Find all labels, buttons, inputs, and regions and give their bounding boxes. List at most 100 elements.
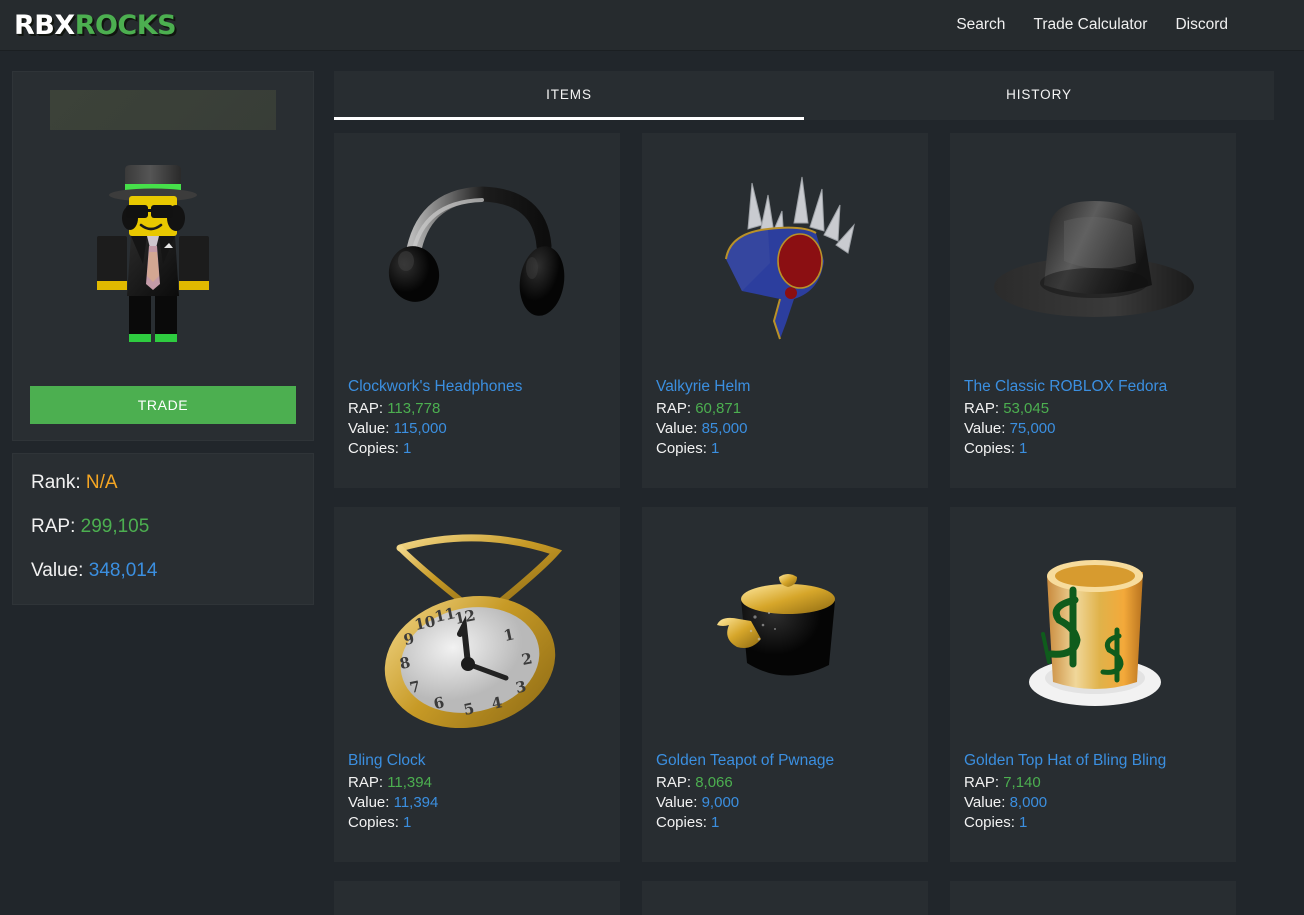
item-card[interactable]: Golden Teapot of Pwnage RAP: 8,066 Value… [642,507,928,862]
item-copies: Copies: 1 [964,439,1222,459]
item-copies: Copies: 1 [964,813,1222,833]
valkyrie-helm-icon [725,176,855,340]
item-copies-value: 1 [403,813,412,831]
main-nav: Search Trade Calculator Discord [942,10,1242,40]
tab-history[interactable]: HISTORY [804,71,1274,120]
item-thumbnail [334,881,620,915]
stat-value: Value: 348,014 [31,560,295,582]
item-rap-label: RAP: [348,774,384,791]
item-value-value: 85,000 [701,419,748,437]
fedora-icon [993,200,1194,317]
logo-text-secondary: ROCKS [74,9,177,41]
nav-discord[interactable]: Discord [1161,10,1242,40]
item-rap: RAP: 7,140 [964,773,1222,793]
item-thumbnail [642,133,928,378]
avatar-image [97,164,209,342]
item-title[interactable]: Valkyrie Helm [656,378,914,396]
item-value-value: 8,000 [1009,793,1048,811]
item-card[interactable] [334,881,620,915]
stat-rap-value: 299,105 [80,516,150,537]
nav-search[interactable]: Search [942,10,1019,40]
item-title[interactable]: Golden Top Hat of Bling Bling [964,752,1222,770]
item-rap-value: 7,140 [1003,774,1041,791]
item-value-value: 75,000 [1009,419,1056,437]
profile-sidebar: TRADE Rank: N/A RAP: 299,105 Value: 348,… [12,71,314,605]
item-value: Value: 75,000 [964,419,1222,439]
item-rap-label: RAP: [656,774,692,791]
item-value: Value: 11,394 [348,793,606,813]
items-grid: Clockwork's Headphones RAP: 113,778 Valu… [334,133,1274,915]
item-value: Value: 85,000 [656,419,914,439]
item-card[interactable] [642,881,928,915]
item-info: The Classic ROBLOX Fedora RAP: 53,045 Va… [950,378,1236,459]
item-copies-value: 1 [711,439,720,457]
item-value-label: Value: [656,793,698,811]
item-title[interactable]: Golden Teapot of Pwnage [656,752,914,770]
item-card[interactable]: Valkyrie Helm RAP: 60,871 Value: 85,000 … [642,133,928,488]
golden-top-hat-icon [1029,559,1161,706]
item-thumbnail [642,881,928,915]
item-value-label: Value: [348,793,390,811]
item-title[interactable]: Bling Clock [348,752,606,770]
item-info: Valkyrie Helm RAP: 60,871 Value: 85,000 … [642,378,928,459]
item-thumbnail [642,507,928,752]
profile-card: TRADE [12,71,314,441]
stat-rank-value: N/A [85,472,118,493]
tab-items[interactable]: ITEMS [334,71,804,120]
trade-button[interactable]: TRADE [30,386,296,424]
item-copies: Copies: 1 [656,813,914,833]
item-value-label: Value: [348,419,390,437]
inventory-tabs: ITEMS HISTORY [334,71,1274,120]
item-copies-value: 1 [1019,813,1028,831]
item-title[interactable]: Clockwork's Headphones [348,378,606,396]
item-value: Value: 8,000 [964,793,1222,813]
stat-rank-label: Rank: [31,472,81,493]
item-rap-label: RAP: [656,400,692,417]
stat-value-value: 348,014 [88,560,158,581]
item-value-label: Value: [964,419,1006,437]
item-rap: RAP: 8,066 [656,773,914,793]
item-value: Value: 9,000 [656,793,914,813]
item-thumbnail [950,881,1236,915]
items-scroll-region: Clockwork's Headphones RAP: 113,778 Valu… [334,133,1274,915]
item-copies-label: Copies: [348,439,399,457]
item-copies-value: 1 [1019,439,1028,457]
item-copies-label: Copies: [656,813,707,831]
item-rap-value: 60,871 [695,400,742,417]
item-copies-value: 1 [711,813,720,831]
item-copies-label: Copies: [348,813,399,831]
item-thumbnail [950,133,1236,378]
logo-text-primary: RBX [14,9,75,41]
item-title[interactable]: The Classic ROBLOX Fedora [964,378,1222,396]
item-card[interactable]: Golden Top Hat of Bling Bling RAP: 7,140… [950,507,1236,862]
golden-teapot-icon [716,574,835,676]
item-copies: Copies: 1 [348,439,606,459]
item-card[interactable] [950,881,1236,915]
stats-card: Rank: N/A RAP: 299,105 Value: 348,014 [12,453,314,605]
stat-rap: RAP: 299,105 [31,516,295,538]
item-value-value: 115,000 [393,419,447,437]
item-card[interactable]: The Classic ROBLOX Fedora RAP: 53,045 Va… [950,133,1236,488]
site-logo[interactable]: RBXROCKS [14,9,177,41]
item-rap-label: RAP: [964,774,1000,791]
item-info: Golden Top Hat of Bling Bling RAP: 7,140… [950,752,1236,833]
item-copies: Copies: 1 [656,439,914,459]
item-value: Value: 115,000 [348,419,606,439]
item-rap-value: 11,394 [387,774,432,791]
item-value-label: Value: [656,419,698,437]
item-value-value: 9,000 [701,793,740,811]
stat-rank: Rank: N/A [31,472,295,494]
item-thumbnail: 12 1 2 3 4 5 6 7 8 9 10 11 [334,507,620,752]
item-thumbnail [950,507,1236,752]
item-rap-value: 113,778 [387,400,441,417]
item-copies-label: Copies: [964,813,1015,831]
username-redacted-bar [50,90,276,130]
item-rap-value: 53,045 [1003,400,1050,417]
item-card[interactable]: Clockwork's Headphones RAP: 113,778 Valu… [334,133,620,488]
stat-value-label: Value: [31,560,84,581]
item-value-value: 11,394 [393,793,439,811]
item-card[interactable]: 12 1 2 3 4 5 6 7 8 9 10 11 Bling Clock R… [334,507,620,862]
site-header: RBXROCKS Search Trade Calculator Discord [0,0,1304,51]
stat-rap-label: RAP: [31,516,76,537]
nav-trade-calculator[interactable]: Trade Calculator [1019,10,1161,40]
